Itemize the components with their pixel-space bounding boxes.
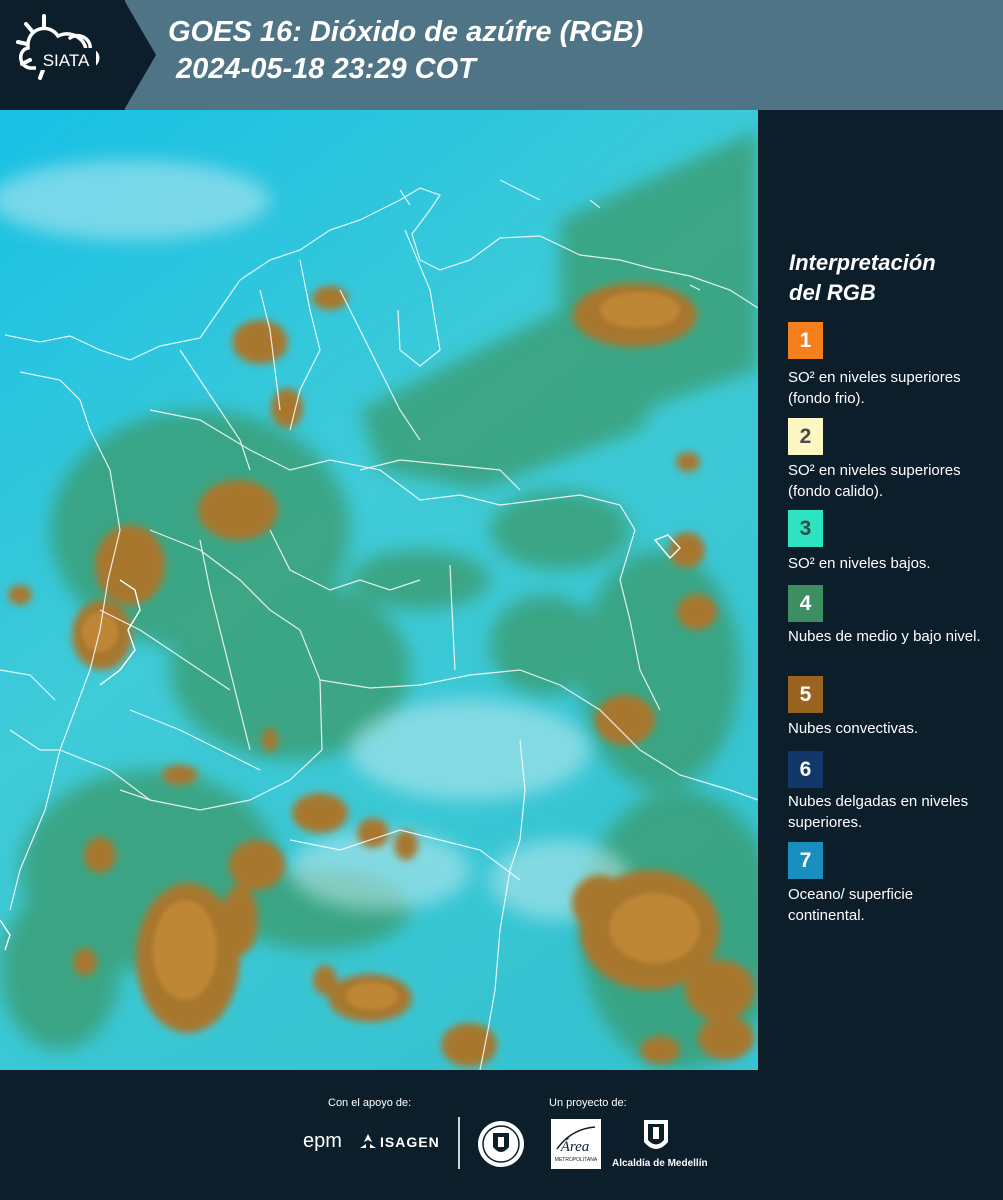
project-label: Un proyecto de: [549,1097,627,1109]
epm-logo: epm [303,1130,342,1152]
area-logo-caption: METROPOLITANA [555,1157,598,1163]
legend-number-5: 5 [799,683,812,706]
legend-number-3: 3 [799,517,812,540]
legend-swatch-2: 2 [788,418,823,455]
legend-swatch-3: 3 [788,510,823,547]
page-title: GOES 16: Dióxido de azúfre (RGB) 2024-05… [168,16,644,85]
legend-swatch-6: 6 [788,751,823,788]
legend-swatch-7: 7 [788,842,823,879]
legend-number-2: 2 [799,425,812,448]
support-label: Con el apoyo de: [328,1097,412,1109]
legend-label-3: SO² en niveles bajos. [788,555,931,572]
legend-swatch-4: 4 [788,585,823,622]
legend-panel: Interpretación del RGB 1 SO² en niveles … [760,110,1003,1070]
header-bar: SIATA GOES 16: Dióxido de azúfre (RGB) 2… [0,0,1003,110]
area-metropolitana-logo: Área METROPOLITANA [551,1119,601,1169]
legend-label-1: SO² en niveles superiores (fondo frio). [788,369,961,407]
legend-swatch-1: 1 [788,322,823,359]
legend-number-6: 6 [799,758,812,781]
legend-label-6: Nubes delgadas en niveles superiores. [788,793,969,831]
legend-label-4: Nubes de medio y bajo nivel. [788,628,981,645]
legend-swatch-5: 5 [788,676,823,713]
legend-label-5: Nubes convectivas. [788,720,919,737]
satellite-image [0,110,758,1070]
alcaldia-shield-icon [644,1120,668,1149]
area-logo-text: Área [560,1138,590,1155]
siata-logo-block: SIATA [0,0,125,110]
siata-logo: SIATA [16,14,100,80]
alcaldia-label: Alcaldía de Medellín [612,1158,708,1169]
footer: Con el apoyo de: Un proyecto de: epm ISA… [0,1070,1003,1200]
header-chevron [124,0,156,110]
isagen-logo: ISAGEN [380,1134,440,1150]
legend-label-7: Oceano/ superficie continental. [788,886,914,924]
legend-number-4: 4 [799,592,812,615]
siata-logo-text: SIATA [43,51,90,70]
legend-number-7: 7 [799,849,812,872]
footer-divider [458,1117,460,1169]
medellin-seal-icon [478,1121,524,1167]
legend-title: Interpretación del RGB [789,250,936,305]
satellite-map [0,110,758,1070]
isagen-icon [360,1134,376,1148]
legend-number-1: 1 [799,329,812,352]
